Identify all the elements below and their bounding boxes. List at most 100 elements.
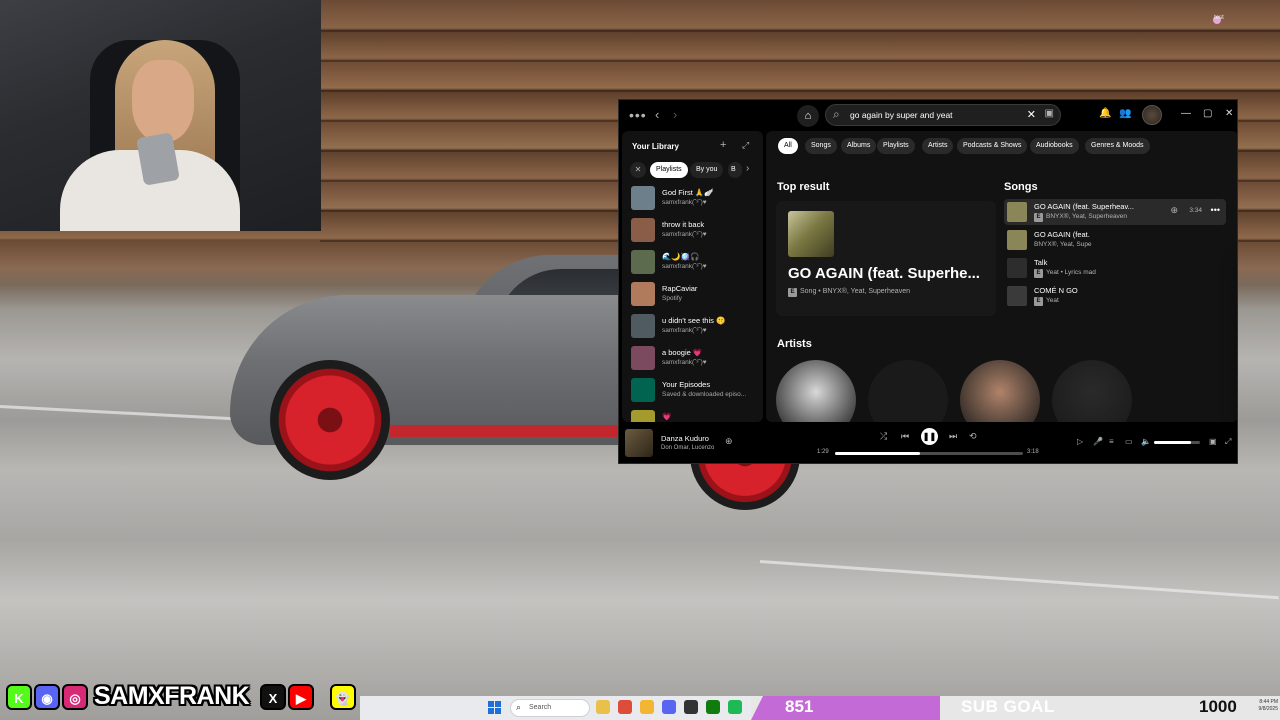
library-title[interactable]: Your Library (632, 142, 679, 151)
chips-next-icon[interactable]: › (746, 163, 749, 174)
miniplayer-icon[interactable]: ▣ (1209, 437, 1217, 446)
avatar[interactable] (1142, 105, 1162, 125)
song-title[interactable]: Talk (1034, 258, 1144, 267)
search-input[interactable]: go again by super and yeat (850, 110, 953, 120)
filter-chip-podcasts-shows[interactable]: Podcasts & Shows (957, 138, 1028, 154)
taskbar-search[interactable]: ⌕ Search (510, 699, 590, 717)
youtube-icon[interactable]: ▶ (288, 684, 314, 710)
next-icon[interactable]: ⏭ (949, 431, 957, 442)
xbox-icon[interactable] (706, 700, 720, 714)
song-row[interactable]: COMÉ N GO E Yeat (1004, 283, 1226, 309)
file-explorer-icon[interactable] (596, 700, 610, 714)
library-item[interactable]: u didn't see this 🤫 samxfrank(˘³˘)♥ (628, 314, 760, 340)
minimize-icon[interactable]: — (1181, 108, 1191, 119)
chip-playlists[interactable]: Playlists (650, 162, 688, 178)
snapchat-icon[interactable]: 👻 (330, 684, 356, 710)
song-row[interactable]: GO AGAIN (feat. BNYX®, Yeat, Supe (1004, 227, 1226, 253)
song-title[interactable]: GO AGAIN (feat. (1034, 230, 1144, 239)
tray-date: 9/8/2025 (1258, 706, 1278, 712)
chrome-icon[interactable] (618, 700, 632, 714)
artist-avatar[interactable] (1052, 360, 1132, 422)
search-icon: ⌕ (516, 702, 522, 712)
windows-start-icon[interactable] (488, 701, 502, 715)
filter-chip-playlists[interactable]: Playlists (877, 138, 915, 154)
library-item-title: God First 🙏🪽 (662, 188, 714, 197)
volume-slider[interactable] (1154, 441, 1200, 444)
x-icon[interactable]: X (260, 684, 286, 710)
volume-icon[interactable]: 🔈 (1141, 437, 1151, 446)
spotify-icon[interactable] (728, 700, 742, 714)
song-row[interactable]: Talk E Yeat • Lyrics mad (1004, 255, 1226, 281)
chip-by-you[interactable]: By you (690, 162, 724, 178)
test-widget-label: test (1214, 15, 1224, 21)
library-item[interactable]: Your Episodes Saved & downloaded episo... (628, 378, 760, 404)
back-icon[interactable]: ‹ (655, 107, 659, 122)
filter-chip-songs[interactable]: Songs (805, 138, 837, 154)
top-result-meta: E Song • BNYX®, Yeat, Superheaven (788, 288, 910, 297)
tray-time: 8:44 PM (1259, 699, 1278, 705)
more-options-icon[interactable]: ••• (1211, 205, 1220, 215)
filter-chip-albums[interactable]: Albums (841, 138, 877, 154)
artist-avatar[interactable] (776, 360, 856, 422)
notifications-icon[interactable]: 🔔 (1099, 108, 1111, 119)
instagram-icon[interactable]: ◎ (62, 684, 88, 710)
pause-button[interactable]: ❚❚ (921, 428, 938, 445)
song-artist[interactable]: E Yeat (1034, 297, 1134, 306)
obs-icon[interactable] (684, 700, 698, 714)
tray-clock[interactable]: 8:44 PM 9/8/2025 (1248, 699, 1278, 713)
filter-chip-audiobooks[interactable]: Audiobooks (1030, 138, 1079, 154)
shuffle-icon[interactable]: ⤮ (880, 431, 887, 442)
library-item[interactable]: a boogie 💗 samxfrank(˘³˘)♥ (628, 346, 760, 372)
library-item[interactable]: RapCaviar Spotify (628, 282, 760, 308)
add-to-liked-icon[interactable]: ⊕ (725, 436, 733, 447)
add-to-liked-icon[interactable]: ⊕ (1170, 205, 1178, 216)
search-bar[interactable]: ⌕ go again by super and yeat ✕ ▣ (825, 104, 1061, 126)
repeat-icon[interactable]: ⟲ (969, 431, 977, 442)
clear-filter-icon[interactable]: ✕ (630, 162, 646, 178)
expand-library-icon[interactable]: ⤢ (742, 140, 749, 151)
fullscreen-icon[interactable]: ⤢ (1225, 437, 1231, 447)
previous-icon[interactable]: ⏮ (901, 431, 909, 442)
top-result-artists[interactable]: BNYX®, Yeat, Superheaven (823, 288, 910, 295)
library-item[interactable]: throw it back samxfrank(˘³˘)♥ (628, 218, 760, 244)
close-icon[interactable]: ✕ (1225, 108, 1233, 119)
create-playlist-icon[interactable]: + (720, 139, 726, 151)
maximize-icon[interactable]: ▢ (1203, 108, 1212, 119)
now-playing-artist[interactable]: Don Omar, Lucenzo (661, 445, 714, 451)
browse-icon[interactable]: ▣ (1045, 108, 1054, 119)
top-result-card[interactable]: GO AGAIN (feat. Superhe... E Song • BNYX®… (776, 201, 996, 316)
main-menu-icon[interactable]: ••• (629, 107, 647, 123)
chip-b[interactable]: B (728, 162, 742, 178)
home-icon[interactable]: ⌂ (797, 105, 819, 127)
song-artist[interactable]: BNYX®, Yeat, Supe (1034, 241, 1134, 248)
library-item[interactable]: 🌊🌙🪩🎧 samxfrank(˘³˘)♥ (628, 250, 760, 276)
song-title[interactable]: GO AGAIN (feat. Superheav... (1034, 202, 1144, 211)
now-playing-title[interactable]: Danza Kuduro (661, 434, 709, 443)
top-result-title[interactable]: GO AGAIN (feat. Superhe... (788, 265, 993, 282)
song-row[interactable]: GO AGAIN (feat. Superheav... E BNYX®, Yeat… (1004, 199, 1226, 225)
connect-device-icon[interactable]: ▭ (1125, 437, 1133, 446)
progress-bar[interactable] (835, 452, 1023, 455)
now-playing-cover[interactable] (625, 429, 653, 457)
forward-icon[interactable]: › (673, 107, 677, 122)
clear-search-icon[interactable]: ✕ (1027, 108, 1036, 121)
filter-chip-all[interactable]: All (778, 138, 798, 154)
taskbar-search-placeholder: Search (529, 704, 552, 711)
discord-icon[interactable]: ◉ (34, 684, 60, 710)
friend-activity-icon[interactable]: 👥 (1119, 108, 1131, 119)
library-item[interactable]: 💗 (628, 410, 760, 422)
lyrics-icon[interactable]: 🎤 (1093, 437, 1103, 446)
queue-icon[interactable]: ≡ (1109, 437, 1114, 446)
filter-chip-genres-moods[interactable]: Genres & Moods (1085, 138, 1150, 154)
library-item[interactable]: God First 🙏🪽 samxfrank(˘³˘)♥ (628, 186, 760, 212)
artist-avatar[interactable] (868, 360, 948, 422)
song-title[interactable]: COMÉ N GO (1034, 286, 1144, 295)
kick-icon[interactable]: K (6, 684, 32, 710)
filter-chip-artists[interactable]: Artists (922, 138, 954, 154)
folder-icon[interactable] (640, 700, 654, 714)
song-artist[interactable]: E Yeat • Lyrics mad (1034, 269, 1134, 278)
now-playing-view-icon[interactable]: ▷ (1077, 437, 1083, 446)
discord-icon[interactable] (662, 700, 676, 714)
artist-avatar[interactable] (960, 360, 1040, 422)
song-artist[interactable]: E BNYX®, Yeat, Superheaven (1034, 213, 1134, 222)
